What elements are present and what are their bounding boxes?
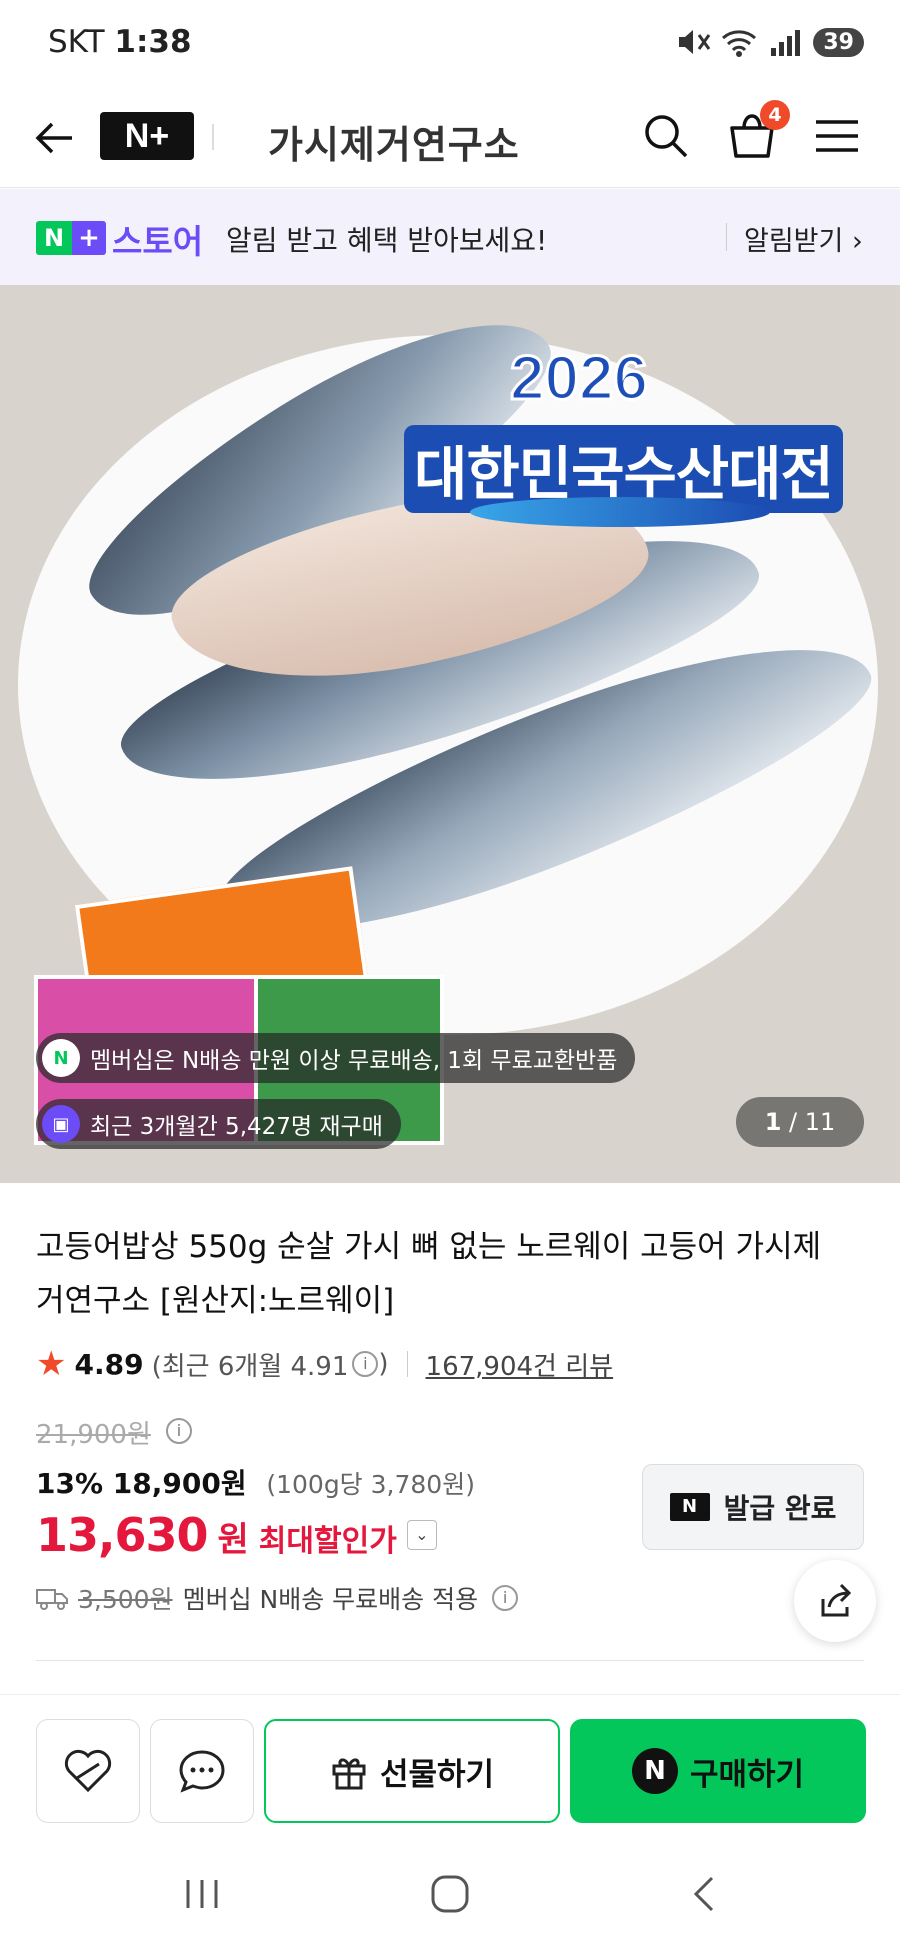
status-icons: 39 xyxy=(675,26,864,58)
chat-bubble-icon xyxy=(179,1750,225,1793)
naver-pay-n-icon: N xyxy=(631,1748,678,1794)
membership-benefit-text: 멤버십은 N배송 만원 이상 무료배송, 1회 무료교환반품 xyxy=(90,1048,618,1074)
repurchase-text: 최근 3개월간 5,427명 재구매 xyxy=(90,1114,383,1140)
shipping-note: 멤버십 N배송 무료배송 적용 xyxy=(182,1585,479,1614)
max-discount-label: 최대할인가 xyxy=(258,1524,397,1559)
wishlist-button[interactable] xyxy=(36,1719,140,1823)
carrier: SKT xyxy=(48,24,105,60)
talktalk-chat-button[interactable] xyxy=(150,1719,254,1823)
info-icon[interactable]: i xyxy=(492,1585,519,1611)
wifi-icon xyxy=(722,30,757,57)
clock: 1:38 xyxy=(114,24,192,60)
notification-banner[interactable]: N + 스토어 알림 받고 혜택 받아보세요! 알림받기 › xyxy=(0,189,900,285)
repurchase-pill: ▣ 최근 3개월간 5,427명 재구매 xyxy=(36,1099,401,1149)
gift-button-label: 선물하기 xyxy=(379,1756,495,1793)
discount-rate: 13% xyxy=(36,1467,104,1500)
review-count-link[interactable]: 167,904건 리뷰 xyxy=(426,1346,614,1383)
product-image-carousel[interactable]: 2026 대한민국수산대전 N 멤버십은 N배송 만원 이상 무료배송, 1회 … xyxy=(0,285,900,1183)
n-delivery-icon: N xyxy=(42,1039,80,1077)
signal-icon xyxy=(771,30,801,56)
recent-apps-icon[interactable] xyxy=(180,1874,224,1914)
purchase-action-bar: 선물하기 N 구매하기 xyxy=(0,1694,900,1838)
chevron-right-icon: › xyxy=(851,226,863,257)
seafood-expo-badge: 2026 대한민국수산대전 xyxy=(400,325,870,527)
buy-button-label: 구매하기 xyxy=(689,1756,805,1793)
truck-icon xyxy=(36,1589,68,1610)
max-discount-price: 13,630 xyxy=(36,1508,209,1562)
image-counter: 1 / 11 xyxy=(736,1097,864,1147)
section-divider xyxy=(36,1660,864,1661)
info-icon[interactable]: i xyxy=(352,1351,379,1377)
star-icon: ★ xyxy=(36,1344,67,1384)
carrier-time: SKT 1:38 xyxy=(48,24,192,60)
system-navigation-bar xyxy=(0,1838,900,1950)
hamburger-menu-icon[interactable] xyxy=(814,116,860,156)
shopping-bag-icon: ▣ xyxy=(42,1105,80,1143)
notify-button-label: 알림받기 xyxy=(744,226,844,257)
sale-price-row: 13% 18,900원 (100g당 3,780원) xyxy=(36,1462,475,1502)
back-icon[interactable] xyxy=(684,1874,728,1914)
rating-divider xyxy=(406,1351,408,1377)
header-divider xyxy=(212,124,214,150)
nstore-plus-icon: + xyxy=(72,221,106,255)
product-title: 고등어밥상 550g 순살 가시 뼈 없는 노르웨이 고등어 가시제거연구소 [… xyxy=(36,1229,822,1319)
image-counter-total: / 11 xyxy=(789,1108,836,1136)
gift-icon xyxy=(332,1758,366,1790)
notify-button[interactable]: 알림받기 › xyxy=(744,219,863,258)
image-counter-current: 1 xyxy=(764,1108,782,1136)
share-button[interactable] xyxy=(794,1560,876,1642)
shipping-row: 3,500원 멤버십 N배송 무료배송 적용 i xyxy=(36,1580,519,1616)
naver-n-icon: N xyxy=(669,1493,710,1521)
banner-divider xyxy=(726,223,727,251)
status-bar: SKT 1:38 39 xyxy=(0,0,900,88)
sale-price: 18,900원 xyxy=(112,1467,247,1500)
buy-button[interactable]: N 구매하기 xyxy=(570,1719,866,1823)
max-discount-row: 13,630 원 최대할인가 ⌄ xyxy=(36,1508,437,1562)
coupon-label: 발급 완료 xyxy=(723,1492,837,1525)
max-discount-currency: 원 xyxy=(217,1520,249,1560)
store-logo[interactable]: 가시제거연구소 xyxy=(268,114,520,169)
membership-benefit-pill: N 멤버십은 N배송 만원 이상 무료배송, 1회 무료교환반품 xyxy=(36,1033,636,1083)
battery-indicator: 39 xyxy=(813,27,864,57)
coupon-issued-button[interactable]: N 발급 완료 xyxy=(642,1464,864,1550)
rating-score: 4.89 xyxy=(74,1347,144,1381)
cart-count-badge: 4 xyxy=(760,100,790,130)
heart-icon xyxy=(64,1749,112,1793)
recent-rating: (최근 6개월 4.91 xyxy=(151,1351,349,1382)
chevron-down-icon[interactable]: ⌄ xyxy=(406,1520,437,1550)
shipping-fee: 3,500원 xyxy=(78,1585,173,1614)
info-icon[interactable]: i xyxy=(166,1418,192,1444)
recent-rating-close: ) xyxy=(378,1349,389,1379)
home-icon[interactable] xyxy=(428,1874,472,1914)
unit-price: (100g당 3,780원) xyxy=(266,1470,475,1499)
expo-year: 2026 xyxy=(509,343,650,415)
top-app-bar: N+ 가시제거연구소 4 xyxy=(0,88,900,188)
back-arrow-icon[interactable] xyxy=(32,116,76,160)
rating-row: ★ 4.89 (최근 6개월 4.91 i ) 167,904건 리뷰 xyxy=(36,1344,613,1384)
nstore-n-icon: N xyxy=(36,221,72,255)
wave-graphic xyxy=(470,497,770,527)
banner-message: 알림 받고 혜택 받아보세요! xyxy=(226,224,548,257)
gift-button[interactable]: 선물하기 xyxy=(264,1719,560,1823)
nstore-label: 스토어 xyxy=(112,222,204,261)
original-price: 21,900원 xyxy=(36,1420,151,1450)
nplus-logo[interactable]: N+ xyxy=(100,112,194,160)
search-icon[interactable] xyxy=(640,110,692,162)
mute-icon xyxy=(679,30,711,54)
share-icon xyxy=(821,1583,852,1617)
